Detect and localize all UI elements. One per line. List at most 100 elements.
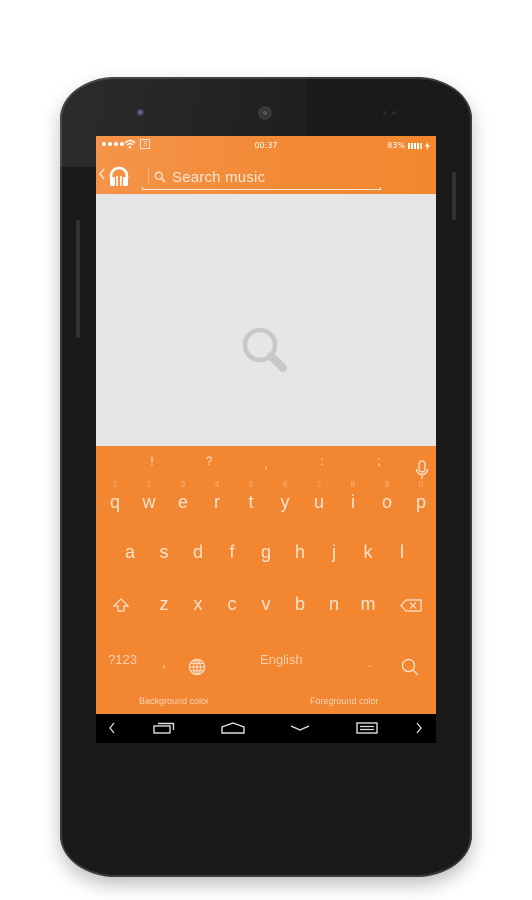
key-label: g [260, 542, 271, 562]
key-label: n [328, 594, 339, 614]
search-underline [142, 187, 381, 190]
key-x[interactable]: x [181, 588, 215, 632]
theme-color-row: Background color Foreground color [96, 692, 436, 710]
space-key[interactable]: English [260, 652, 303, 667]
key-g[interactable]: g [249, 536, 283, 580]
key-label: m [360, 594, 376, 614]
key-w[interactable]: 2w [132, 480, 166, 524]
key-label: c [227, 594, 237, 614]
key-e[interactable]: 3e [166, 480, 200, 524]
charging-bolt-icon [425, 141, 430, 150]
nav-prev-button[interactable] [106, 719, 118, 737]
home-button[interactable] [220, 719, 246, 737]
key-h[interactable]: h [283, 536, 317, 580]
comma-key[interactable]: , [162, 654, 166, 670]
key-s[interactable]: s [147, 536, 181, 580]
key-j[interactable]: j [317, 536, 351, 580]
keyboard: ! ? , : ; 1q 2w 3e 4r 5t 6y 7u 8i 9o 0p [96, 446, 436, 714]
navigation-bar [96, 714, 436, 743]
key-hint: 8 [350, 480, 356, 489]
key-colon[interactable]: : [312, 454, 332, 468]
key-label: z [159, 594, 169, 614]
key-question[interactable]: ? [199, 454, 219, 468]
symbol-row: ! ? , : ; [96, 454, 436, 479]
key-comma-alt[interactable]: , [256, 457, 276, 471]
key-z[interactable]: z [147, 588, 181, 632]
key-k[interactable]: k [351, 536, 385, 580]
chevron-right-icon [416, 722, 422, 734]
key-p[interactable]: 0p [404, 480, 436, 524]
key-label: h [294, 542, 305, 562]
key-l[interactable]: l [385, 536, 419, 580]
key-v[interactable]: v [249, 588, 283, 632]
battery-icon [408, 142, 422, 149]
key-hint: 1 [112, 480, 118, 489]
hide-keyboard-button[interactable] [288, 719, 312, 737]
search-icon[interactable] [401, 658, 419, 676]
key-d[interactable]: d [181, 536, 215, 580]
backspace-icon [400, 599, 422, 612]
key-q[interactable]: 1q [98, 480, 132, 524]
empty-search-icon [242, 327, 287, 372]
search-input[interactable] [172, 166, 372, 188]
earpiece-speaker [256, 104, 274, 122]
front-camera [137, 109, 145, 117]
foreground-color-button[interactable]: Foreground color [310, 696, 379, 706]
status-bar: 3 00:37 83% [96, 136, 436, 156]
results-area [96, 194, 436, 446]
key-o[interactable]: 9o [370, 480, 404, 524]
key-i[interactable]: 8i [336, 480, 370, 524]
key-label: k [363, 542, 373, 562]
key-hint: 0 [418, 480, 424, 489]
key-f[interactable]: f [215, 536, 249, 580]
menu-button[interactable] [355, 719, 379, 737]
key-m[interactable]: m [351, 588, 385, 632]
app-bar: 3 00:37 83% [96, 136, 436, 194]
key-label: w [142, 492, 156, 512]
key-label: r [214, 492, 220, 512]
battery-indicator: 83% [387, 141, 430, 150]
recents-button[interactable] [152, 719, 176, 737]
key-semicolon[interactable]: ; [369, 454, 389, 468]
key-row-3: z x c v b n m [96, 588, 436, 632]
home-icon [221, 722, 245, 734]
key-u[interactable]: 7u [302, 480, 336, 524]
shift-icon [113, 598, 129, 612]
search-field[interactable] [142, 166, 381, 190]
key-separator: ··· [206, 676, 215, 682]
key-label: l [400, 542, 404, 562]
backspace-key[interactable] [394, 588, 428, 632]
key-label: s [159, 542, 169, 562]
key-label: o [381, 492, 392, 512]
key-r[interactable]: 4r [200, 480, 234, 524]
key-b[interactable]: b [283, 588, 317, 632]
key-hint: 3 [180, 480, 186, 489]
key-label: q [109, 492, 120, 512]
globe-icon[interactable] [188, 658, 206, 676]
chevron-left-icon [99, 168, 105, 180]
key-label: u [313, 492, 324, 512]
nav-next-button[interactable] [413, 719, 425, 737]
key-c[interactable]: c [215, 588, 249, 632]
chevron-left-icon [109, 722, 115, 734]
key-hint: 4 [214, 480, 220, 489]
microphone-icon[interactable] [415, 460, 429, 480]
key-separator: ··· [374, 676, 383, 682]
key-n[interactable]: n [317, 588, 351, 632]
period-key[interactable]: . [368, 656, 371, 670]
headphones-icon[interactable] [108, 165, 130, 187]
hide-keyboard-icon [290, 725, 310, 731]
key-y[interactable]: 6y [268, 480, 302, 524]
key-t[interactable]: 5t [234, 480, 268, 524]
key-label: b [294, 594, 305, 614]
symbols-key[interactable]: ?123 [108, 652, 137, 667]
key-separator: ··· [341, 676, 350, 682]
shift-key[interactable] [104, 588, 138, 632]
back-button[interactable] [99, 168, 105, 183]
key-exclamation[interactable]: ! [142, 454, 162, 468]
divider [148, 167, 149, 185]
key-label: i [351, 492, 355, 512]
key-a[interactable]: a [113, 536, 147, 580]
volume-button [76, 220, 80, 338]
background-color-button[interactable]: Background color [139, 696, 209, 706]
